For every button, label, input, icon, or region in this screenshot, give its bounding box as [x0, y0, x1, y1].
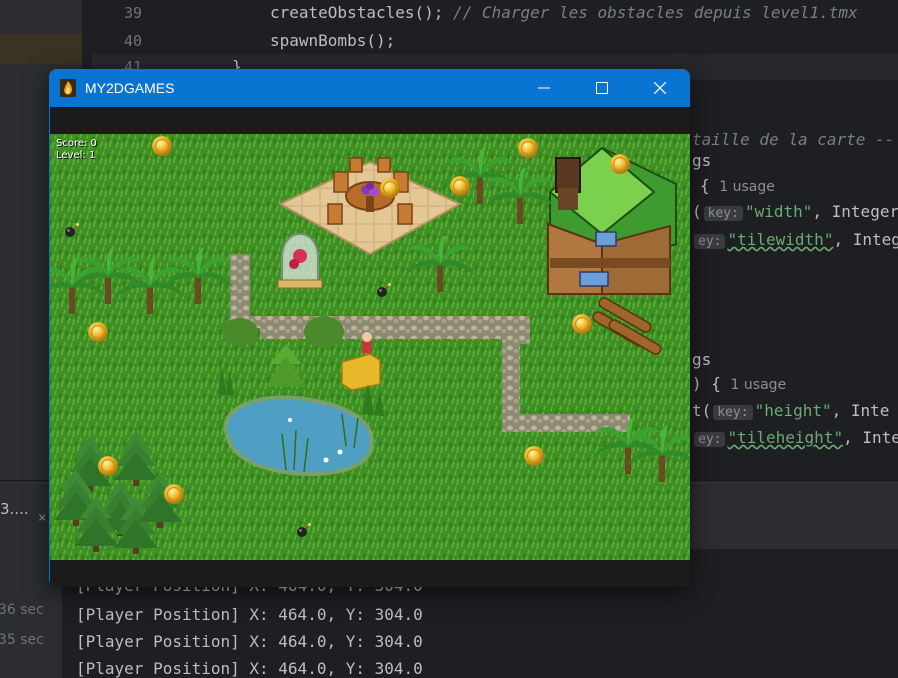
window-title: MY2DGAMES	[85, 80, 175, 96]
code-fragment: ey:"tilewidth", Intege	[692, 230, 898, 249]
timestamp: 36 sec	[0, 602, 44, 618]
console-line: [Player Position] X: 464.0, Y: 304.0	[76, 659, 423, 678]
code-fragment: (key: "width", Integer	[692, 202, 898, 221]
param-hint: ey:	[694, 432, 726, 447]
timestamp: 35 sec	[0, 632, 44, 648]
game-client-area[interactable]: Score: 0 Level: 1	[50, 107, 690, 587]
fire-icon	[60, 79, 76, 97]
usage-hint: 1 usage	[719, 179, 775, 195]
code-fragment: gs	[692, 350, 712, 369]
usage-hint: 1 usage	[730, 377, 787, 393]
code-fragment: taille de la carte --	[692, 130, 895, 149]
close-button[interactable]	[631, 69, 689, 107]
maximize-button[interactable]	[573, 69, 631, 107]
code-fragment: ey: "tileheight", Inte	[692, 428, 898, 447]
code-comment: // Charger les obstacles depuis level1.t…	[443, 3, 858, 22]
minimize-button[interactable]	[515, 69, 573, 107]
close-tab-icon[interactable]: ×	[38, 510, 46, 526]
level-label: Level: 1	[56, 150, 96, 161]
code-fragment: t(key: "height", Inte	[692, 401, 890, 420]
param-hint: key:	[703, 206, 743, 221]
code-fragment: gs	[692, 151, 712, 170]
maximize-icon	[596, 82, 608, 94]
console-line: [Player Position] X: 464.0, Y: 304.0	[76, 632, 423, 651]
run-tab[interactable]: 3....	[0, 500, 29, 518]
game-canvas[interactable]: Score: 0 Level: 1	[50, 134, 690, 560]
close-icon	[654, 82, 666, 94]
score-label: Score: 0	[56, 138, 97, 149]
param-hint: ey:	[694, 234, 726, 249]
gutter-highlight	[0, 34, 82, 64]
title-bar[interactable]: MY2DGAMES	[49, 69, 690, 107]
minimize-icon	[538, 87, 550, 89]
param-hint: key:	[713, 405, 753, 420]
code-fragment: { 1 usage	[700, 176, 775, 195]
code-text: createObstacles();	[270, 3, 444, 22]
code-line-40[interactable]: spawnBombs();	[270, 31, 395, 50]
game-map	[50, 134, 690, 560]
line-number: 40	[123, 32, 142, 50]
code-line-39[interactable]: createObstacles(); // Charger les obstac…	[270, 3, 858, 22]
code-fragment: ) { 1 usage	[692, 374, 787, 393]
console-line: [Player Position] X: 464.0, Y: 304.0	[76, 605, 423, 624]
game-window[interactable]: MY2DGAMES Score: 0 Level: 1	[49, 69, 690, 587]
line-number: 39	[123, 4, 142, 22]
